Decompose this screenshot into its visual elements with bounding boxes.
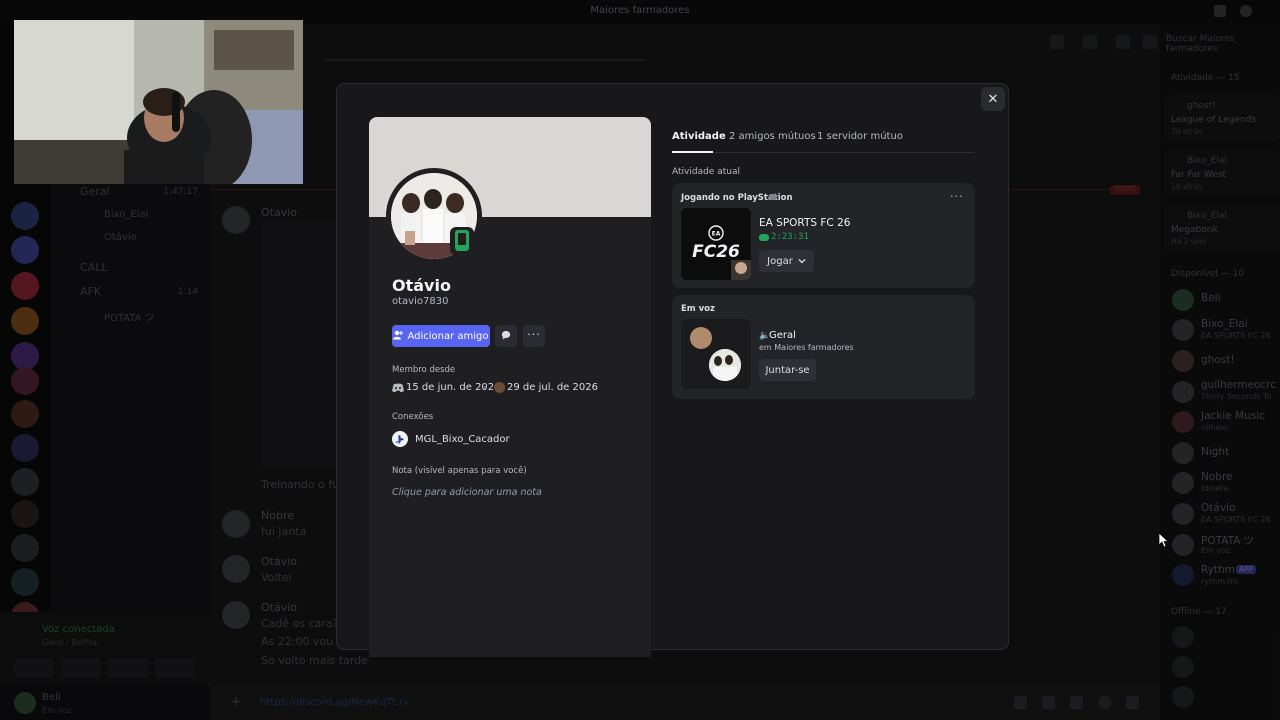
tab-activity[interactable]: Atividade (672, 131, 726, 142)
add-friend-icon (393, 330, 404, 343)
mobile-status-badge (450, 227, 474, 255)
game-title: EA SPORTS FC 26 (759, 217, 851, 229)
mouse-cursor (1158, 532, 1169, 551)
game-art-text: FC26 (692, 242, 740, 262)
join-label: Juntar-se (765, 364, 810, 376)
game-art: EA FC26 (681, 208, 751, 280)
elapsed-time: 2:23:31 (771, 232, 809, 242)
current-activity-label: Atividade atual (672, 167, 740, 177)
profile-username: otavio7830 (392, 296, 449, 307)
more-options-button[interactable]: ··· (523, 325, 545, 347)
separator-dot (484, 386, 487, 389)
card-more-icon[interactable]: ··· (950, 190, 964, 203)
mobile-icon (455, 230, 469, 251)
add-friend-label: Adicionar amigo (407, 330, 489, 342)
in-voice-header: Em voz (681, 304, 715, 314)
active-tab-indicator (672, 151, 713, 153)
close-icon: ✕ (987, 91, 999, 107)
webcam-feed (14, 20, 303, 184)
more-icon: ··· (527, 327, 541, 341)
voice-channel-name: Geral (769, 330, 796, 341)
chevron-down-icon (798, 256, 806, 267)
add-friend-button[interactable]: Adicionar amigo (392, 325, 490, 347)
voice-participants (681, 319, 751, 389)
profile-tabs: Atividade 2 amigos mútuos 1 servidor mút… (672, 128, 974, 153)
avatar (690, 327, 712, 349)
note-input[interactable]: Clique para adicionar uma nota (392, 487, 542, 498)
play-label: Jogar (767, 255, 793, 267)
playstation-icon (392, 431, 408, 447)
tab-mutual-servers[interactable]: 1 servidor mútuo (817, 131, 903, 142)
server-member-since: 29 de jul. de 2026 (507, 382, 598, 393)
note-label: Nota (visível apenas para você) (392, 466, 527, 476)
webcam-image (14, 20, 303, 184)
member-since-label: Membro desde (392, 365, 456, 375)
message-button[interactable] (495, 325, 517, 347)
join-voice-button[interactable]: Juntar-se (759, 359, 816, 381)
tab-mutual-friends[interactable]: 2 amigos mútuos (729, 131, 816, 142)
connection-name[interactable]: MGL_Bixo_Cacador (415, 434, 510, 445)
controller-icon (759, 234, 769, 241)
chat-bubble-icon (501, 330, 511, 343)
voice-server-name: em Maiores farmadores (759, 343, 854, 352)
connections-label: Conexões (392, 412, 434, 422)
server-icon (494, 382, 505, 393)
discord-icon (392, 382, 404, 393)
svg-text:EA: EA (712, 231, 721, 238)
avatar (709, 349, 741, 381)
play-button[interactable]: Jogar (759, 250, 814, 272)
profile-display-name: Otávio (392, 276, 451, 295)
playstation-small-icon (769, 194, 777, 200)
close-button[interactable]: ✕ (981, 87, 1005, 111)
